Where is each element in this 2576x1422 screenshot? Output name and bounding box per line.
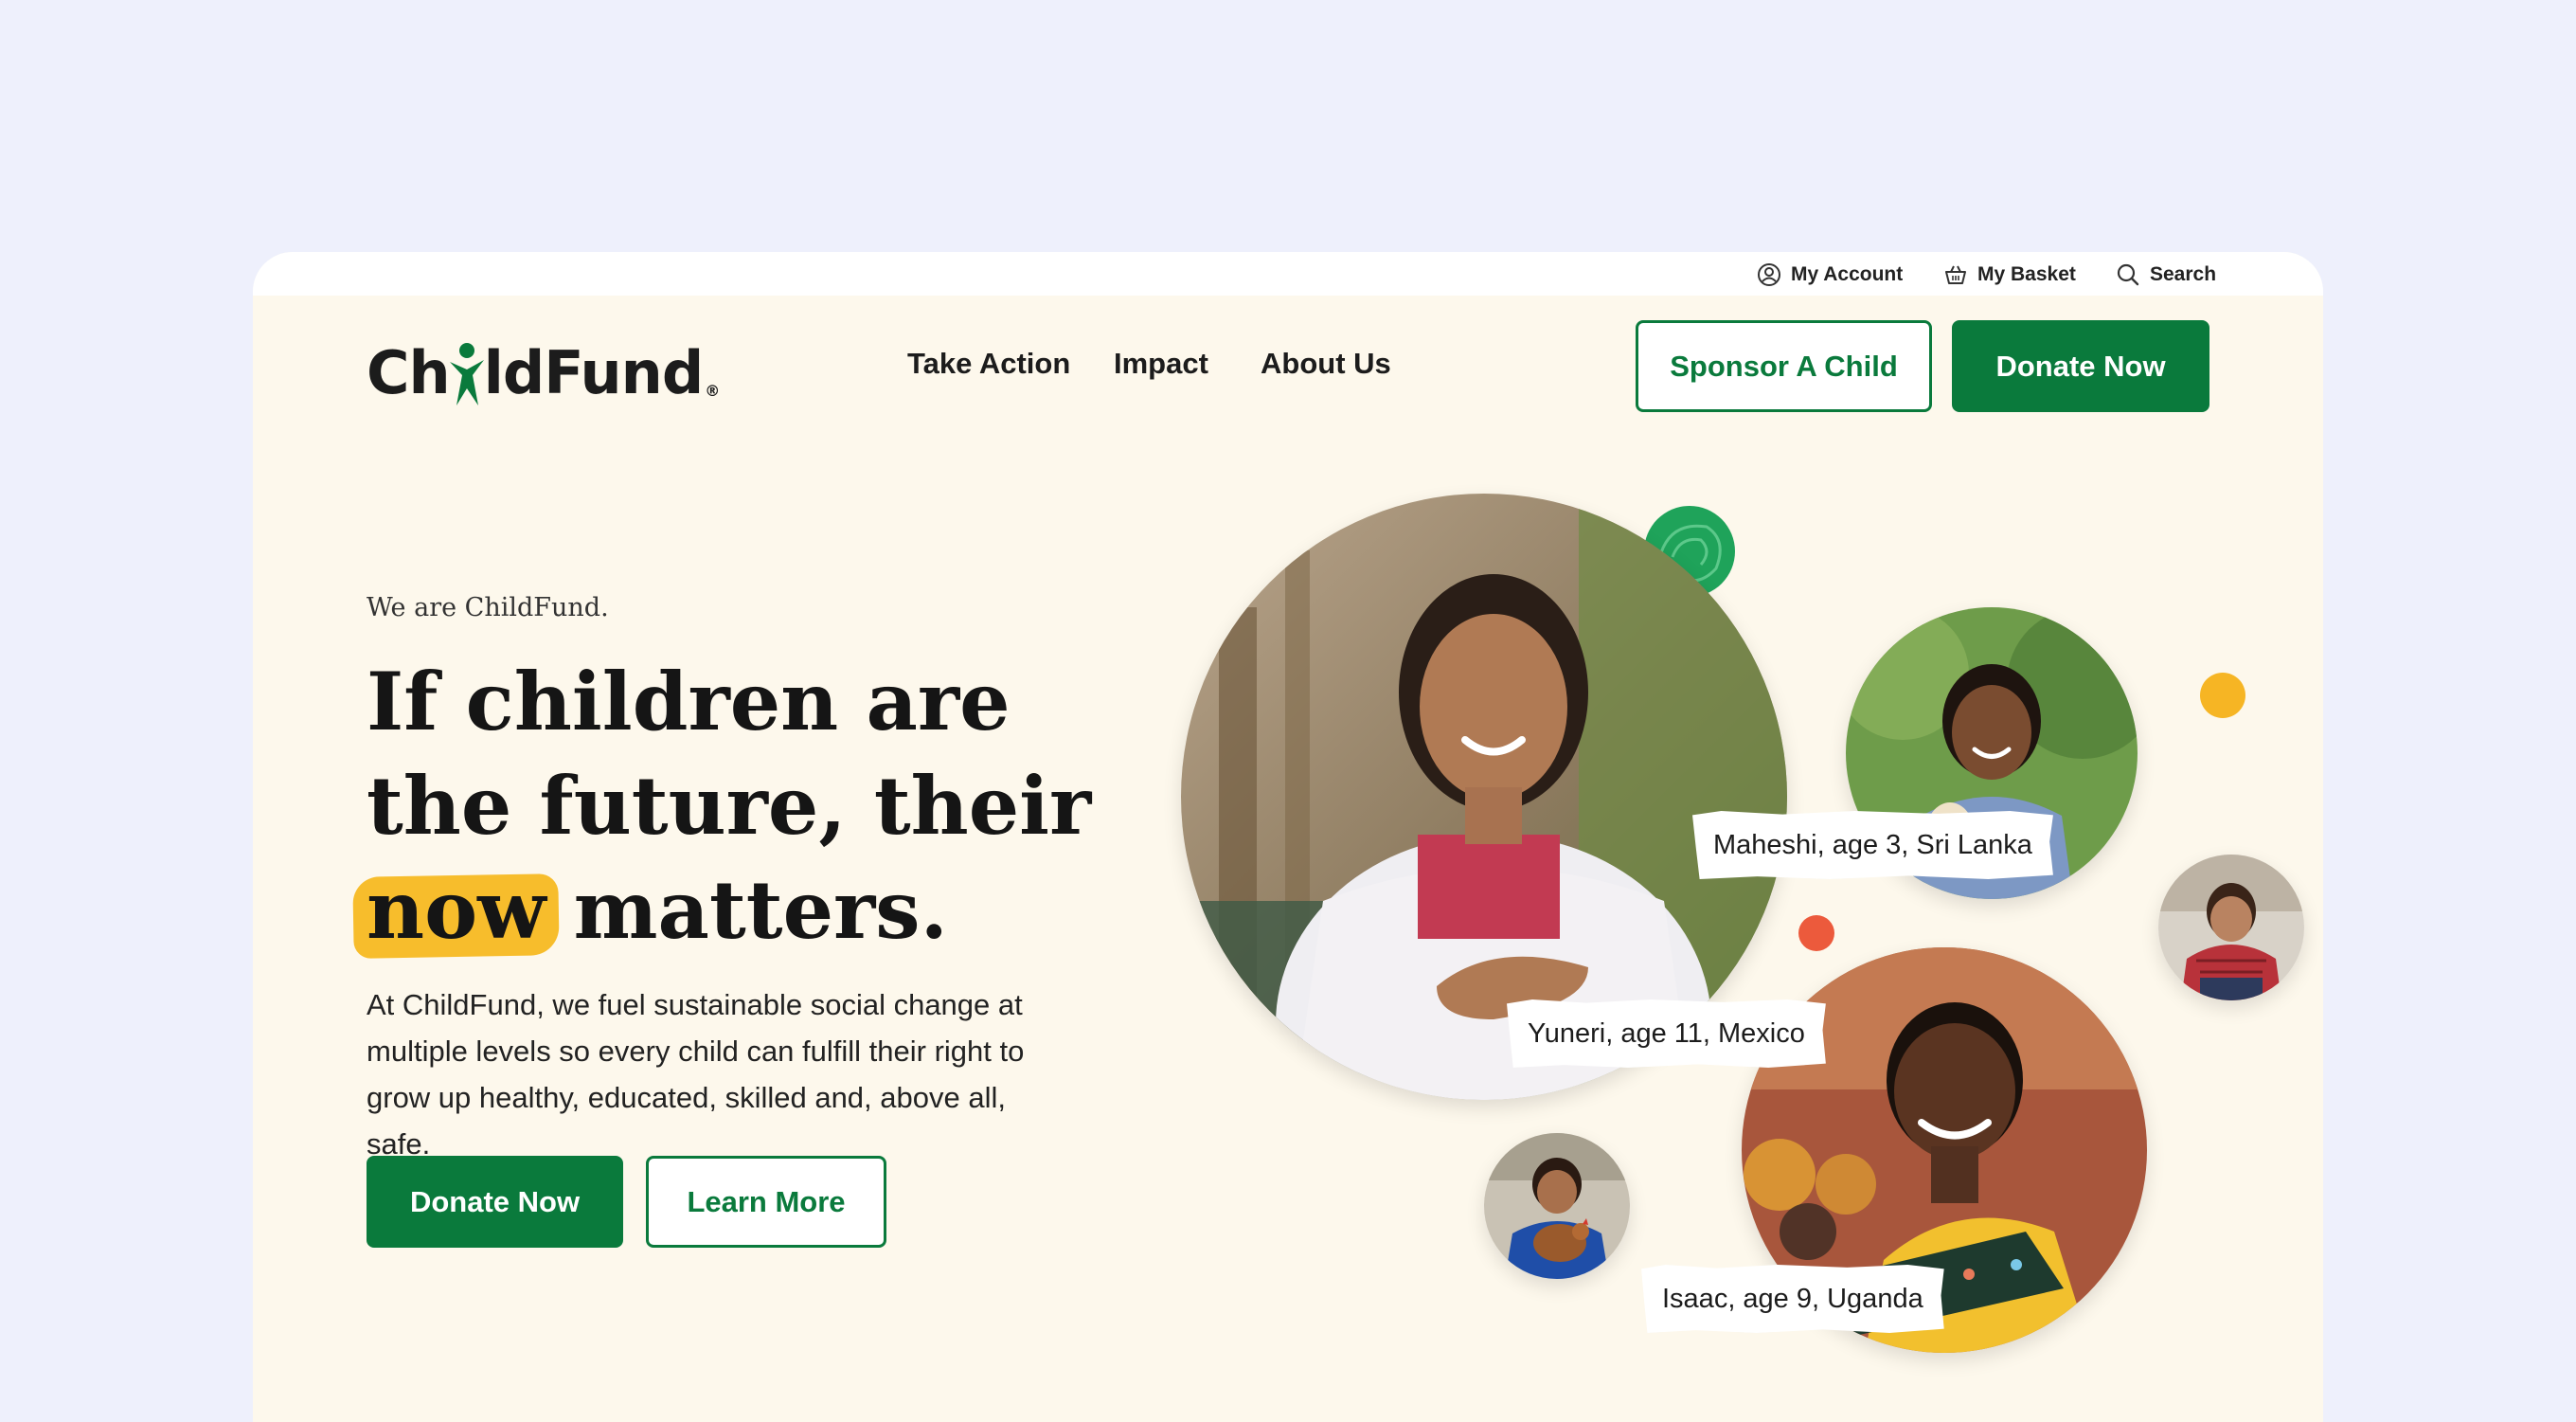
caption-yuneri: Yuneri, age 11, Mexico — [1507, 999, 1826, 1068]
search-label: Search — [2150, 263, 2217, 285]
hero-headline: If children are the future, their now ma… — [367, 650, 1124, 963]
hero-body-copy: At ChildFund, we fuel sustainable social… — [367, 988, 1025, 1161]
headline-text-end: matters. — [546, 863, 948, 957]
caption-isaac: Isaac, age 9, Uganda — [1641, 1265, 1944, 1333]
yellow-dot-decoration — [2200, 673, 2245, 718]
nav-take-action[interactable]: Take Action — [907, 347, 1070, 381]
registered-mark: ® — [705, 382, 720, 400]
logo-text-start: Ch — [367, 338, 451, 407]
my-account-link[interactable]: My Account — [1757, 261, 1903, 288]
my-basket-link[interactable]: My Basket — [1943, 261, 2076, 288]
search-link[interactable]: Search — [2116, 261, 2216, 288]
user-circle-icon — [1758, 263, 1780, 286]
search-icon — [2117, 263, 2139, 286]
headline-text-start: If children are the future, their — [367, 655, 1092, 853]
boy-right-photo — [2158, 855, 2304, 1000]
girl-chicken-photo — [1484, 1133, 1630, 1279]
red-dot-decoration — [1798, 915, 1834, 951]
learn-more-button[interactable]: Learn More — [646, 1156, 886, 1248]
hero-eyebrow: We are ChildFund. — [367, 593, 609, 622]
page-frame: My Account My Basket Search Ch ldFund ® — [253, 252, 2323, 1422]
sponsor-a-child-button[interactable]: Sponsor A Child — [1636, 320, 1932, 412]
childfund-logo[interactable]: Ch ldFund ® — [367, 333, 720, 407]
basket-icon — [1945, 265, 1966, 284]
caption-maheshi: Maheshi, age 3, Sri Lanka — [1692, 811, 2053, 879]
hero-donate-now-button[interactable]: Donate Now — [367, 1156, 623, 1248]
child-figure-icon — [449, 343, 484, 405]
my-account-label: My Account — [1791, 263, 1904, 285]
logo-text-end: ldFund — [483, 338, 705, 407]
utility-bar: My Account My Basket Search — [253, 252, 2323, 296]
headline-highlight: now — [367, 858, 546, 963]
header-donate-now-button[interactable]: Donate Now — [1952, 320, 2209, 412]
my-basket-label: My Basket — [1977, 263, 2076, 285]
nav-impact[interactable]: Impact — [1114, 347, 1208, 381]
nav-about-us[interactable]: About Us — [1261, 347, 1391, 381]
